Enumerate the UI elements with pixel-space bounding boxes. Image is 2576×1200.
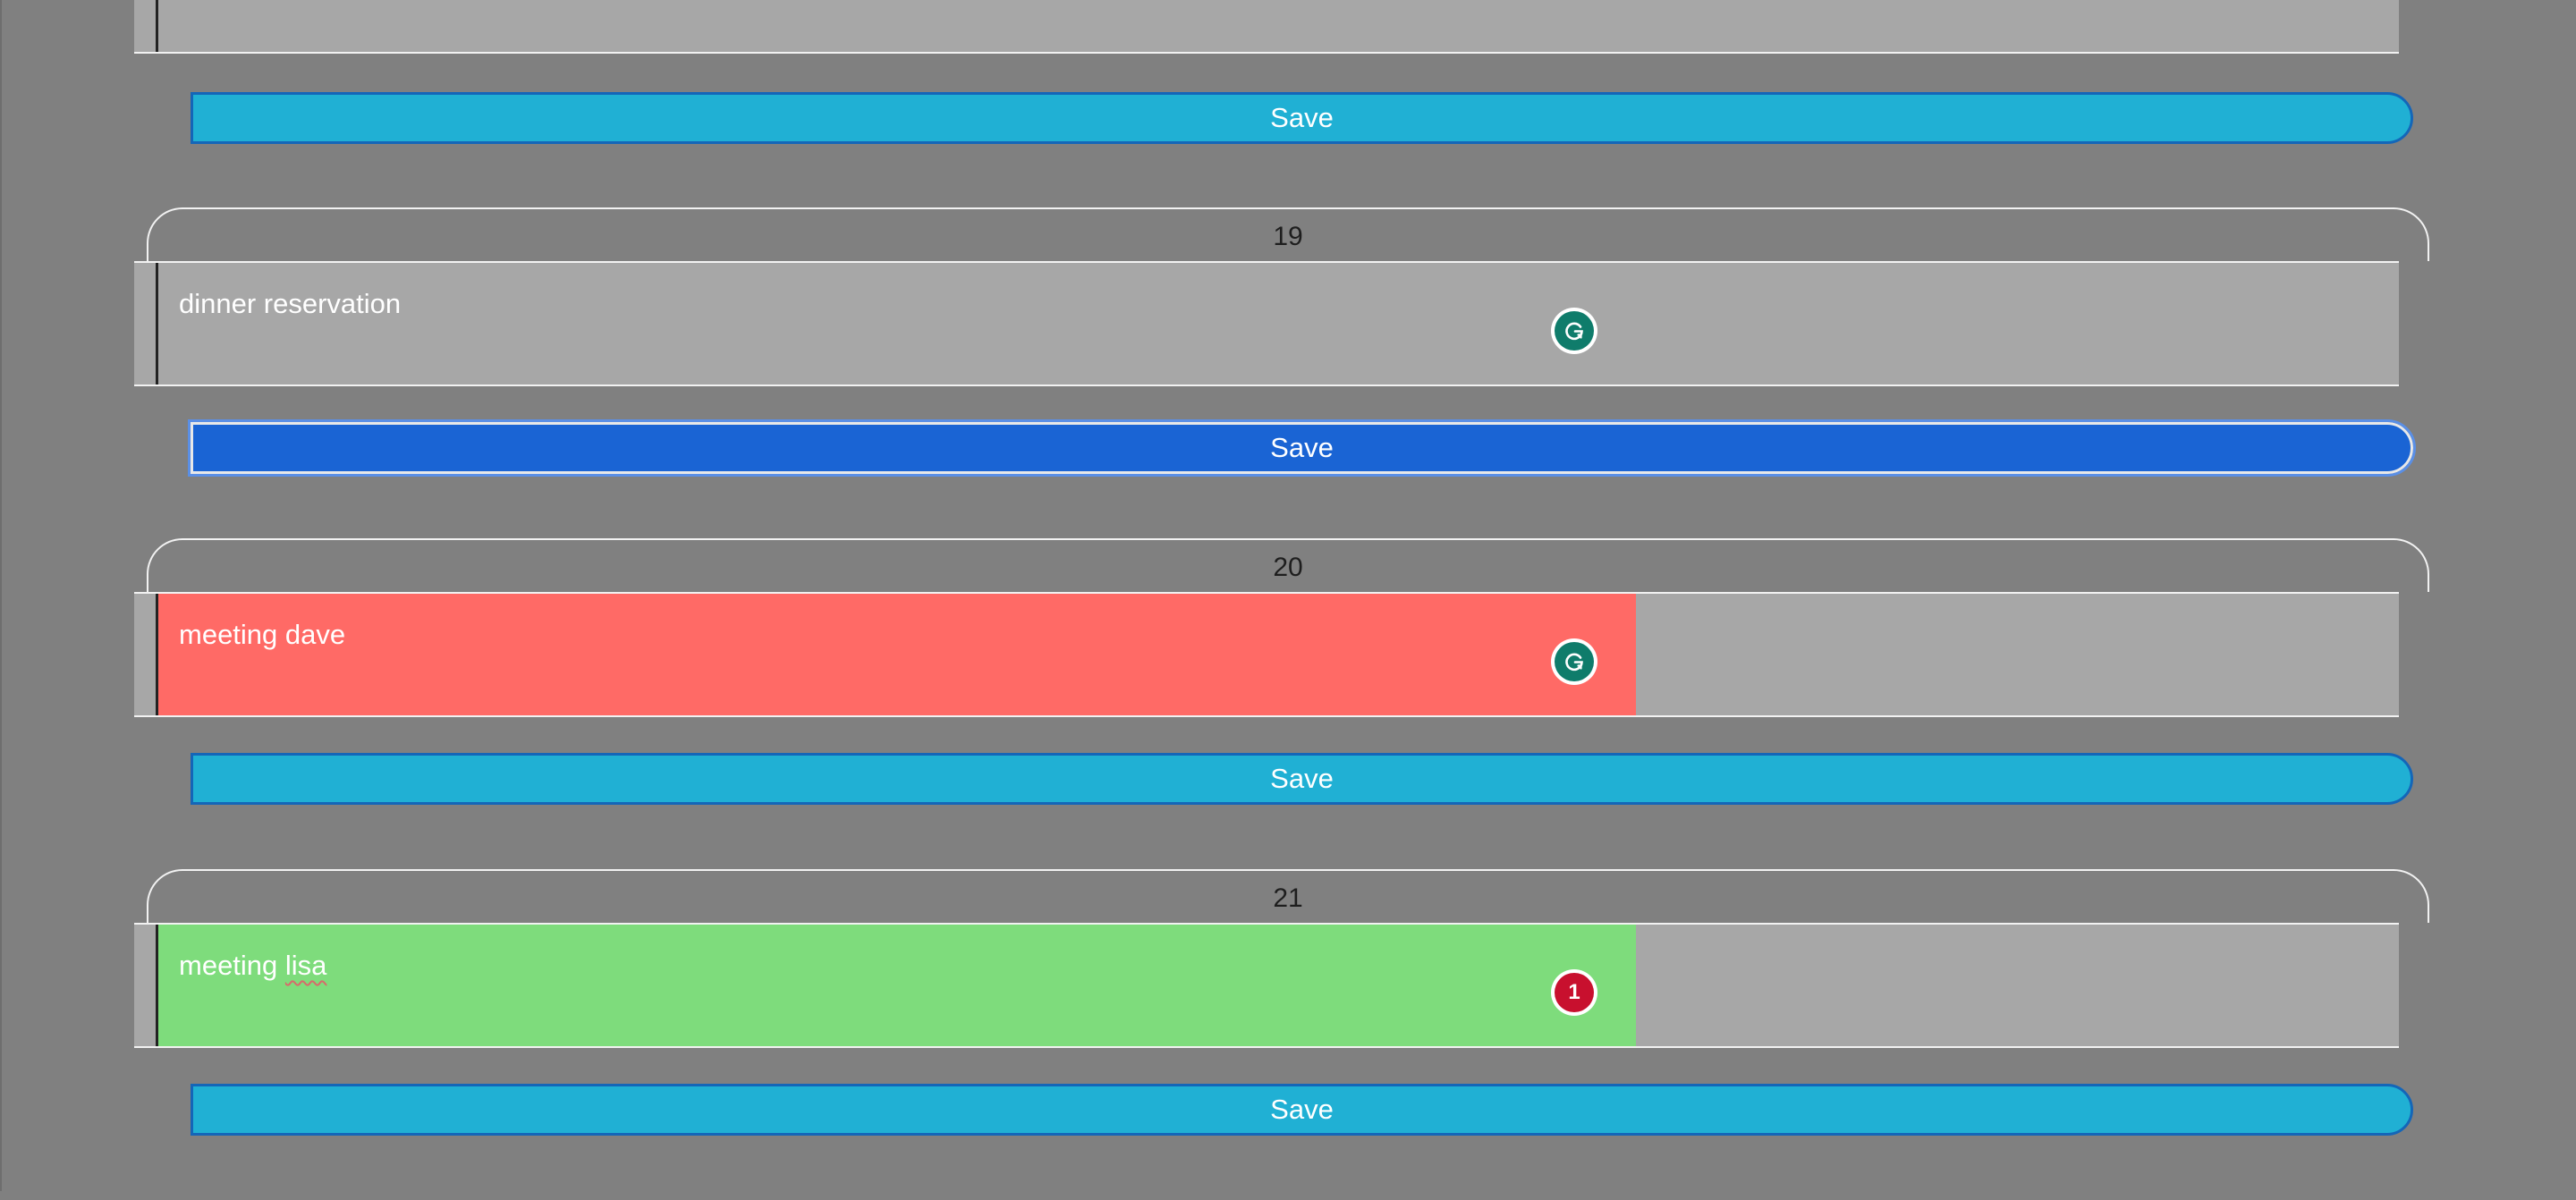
day-number: 19 [1273,222,1303,251]
issue-count: 1 [1555,973,1594,1012]
day-header: 19 [147,207,2429,261]
misspelled-word[interactable]: lisa [285,950,327,981]
save-button-previous[interactable]: Save [191,92,2413,144]
entry-text-prefix: meeting [179,950,285,981]
entry-highlight-green [157,925,1636,1046]
save-button[interactable]: Save [191,753,2413,805]
entry-textarea[interactable]: dinner reservation [134,261,2399,386]
entry-textarea-previous[interactable] [134,0,2399,54]
save-button[interactable]: Save [188,419,2416,477]
issue-count-badge[interactable]: 1 [1551,969,1597,1016]
grammarly-icon[interactable] [1551,308,1597,354]
text-cursor [156,925,158,1046]
grammarly-icon[interactable] [1551,638,1597,685]
entry-textarea[interactable]: meeting dave [134,592,2399,717]
day-section-19: 19 dinner reservation Save [0,207,2576,538]
entry-text: meeting lisa [179,950,326,982]
text-cursor [156,263,158,385]
text-cursor [156,594,158,715]
entry-highlight-red [157,594,1636,715]
day-number: 21 [1273,883,1303,913]
entry-textarea[interactable]: meeting lisa 1 [134,923,2399,1048]
grammarly-g-glyph [1565,653,1583,672]
day-header: 20 [147,538,2429,592]
day-number: 20 [1273,553,1303,582]
entry-text: dinner reservation [179,288,402,319]
entry-text: meeting dave [179,619,346,650]
day-section-20: 20 meeting dave Save [0,538,2576,869]
day-section-21: 21 meeting lisa 1 Save [0,869,2576,1200]
save-button[interactable]: Save [191,1084,2413,1136]
day-header: 21 [147,869,2429,923]
grammarly-g-glyph [1565,322,1583,341]
